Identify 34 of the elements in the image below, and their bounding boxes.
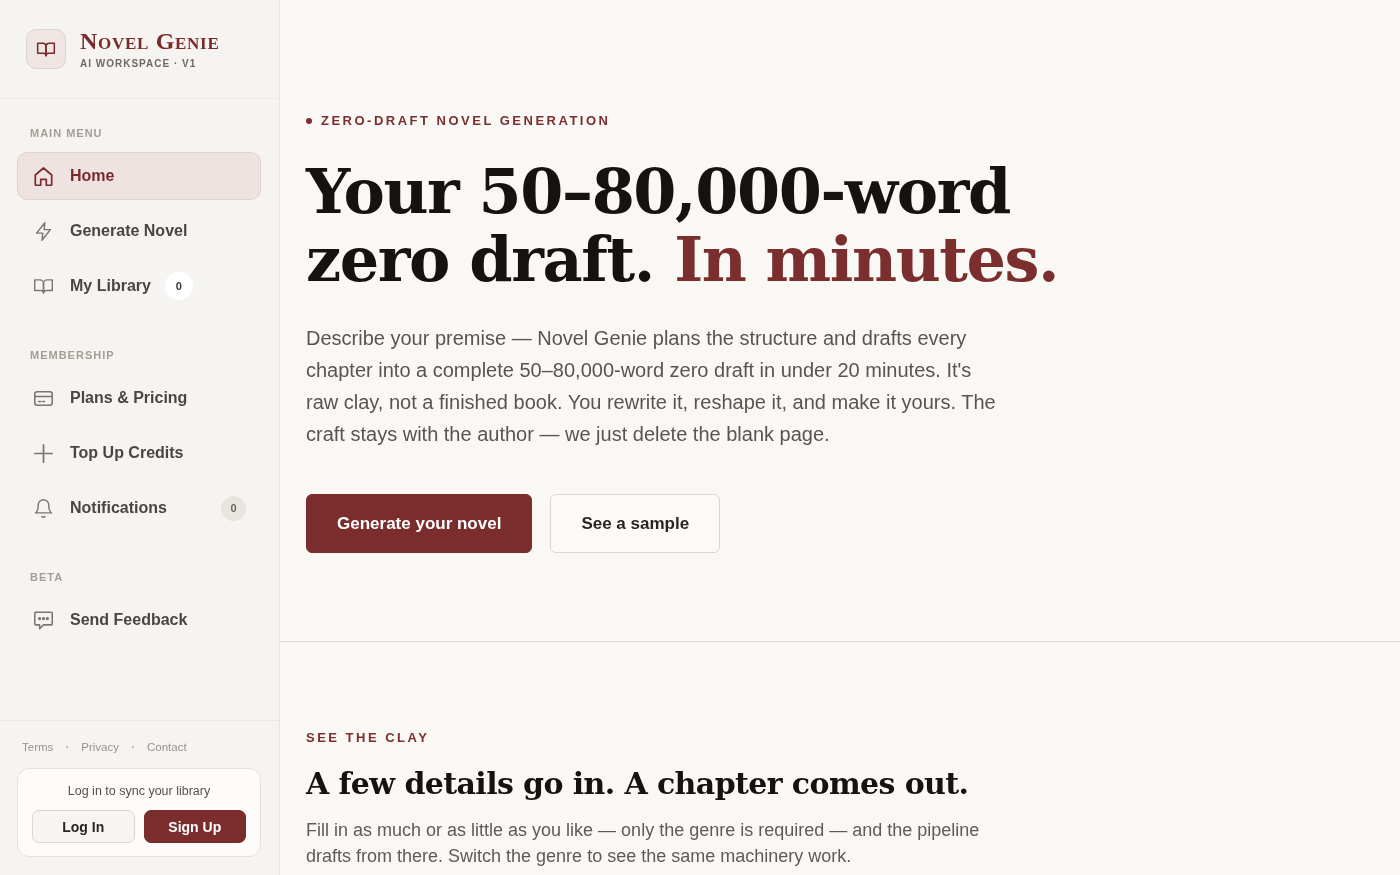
nav-item[interactable]: Top Up Credits [17,429,261,477]
app-name: Novel Genie [80,28,220,53]
hero-description: Describe your premise — Novel Genie plans the structure and drafts every chapter into a complete 50–80,000-word zero draft in under 20 minutes. It's raw clay, not a finished book. You rewrite it, reshape it, and make it yours. The craft stays with the author — we just delete the blank page. [306,326,997,447]
hero-headline: Your 50–80,000-word zero draft. In minutes. [306,158,1060,294]
lightning-icon [34,221,53,241]
section-heading: A few details go in. A chapter comes out. [306,765,970,803]
sample-button[interactable]: See a sample [550,494,721,553]
nav-item[interactable]: My Library 0 [17,262,261,310]
count-badge: 0 [221,495,246,521]
open-book-icon [26,29,66,69]
eyebrow-label: ZERO-DRAFT NOVEL GENERATION [321,113,611,129]
login-prompt: Log in to sync your library [66,783,212,799]
section-description: Fill in as much or as little as you like — only the genre is required — and the pipeline drafts from there. Switch the genre to see the same machinery work. [306,819,981,868]
chat-bubble-icon [34,610,53,630]
generate-button[interactable]: Generate your novel [306,494,533,553]
home-icon [34,166,53,186]
nav-item[interactable]: Notifications 0 [17,484,261,532]
plus-icon [34,443,53,463]
count-badge: 0 [164,272,193,300]
section-eyebrow: SEE THE CLAY [306,730,431,746]
sign-up-button[interactable]: Sign Up [143,810,246,843]
nav-item[interactable]: Generate Novel [17,207,261,255]
bell-icon [34,498,53,518]
nav-item[interactable]: Home [17,152,261,200]
log-in-button[interactable]: Log In [32,810,135,843]
nav-item[interactable]: Send Feedback [17,596,261,644]
open-book-icon [34,276,53,296]
app-tagline: AI WORKSPACE · V1 [80,57,198,70]
section-label: MEMBERSHIP [29,349,116,361]
credit-card-icon [34,388,53,408]
section-label: BETA [29,571,65,583]
dot-icon [306,118,312,124]
nav-item[interactable]: Plans & Pricing [17,374,261,422]
section-label: MAIN MENU [29,127,104,139]
